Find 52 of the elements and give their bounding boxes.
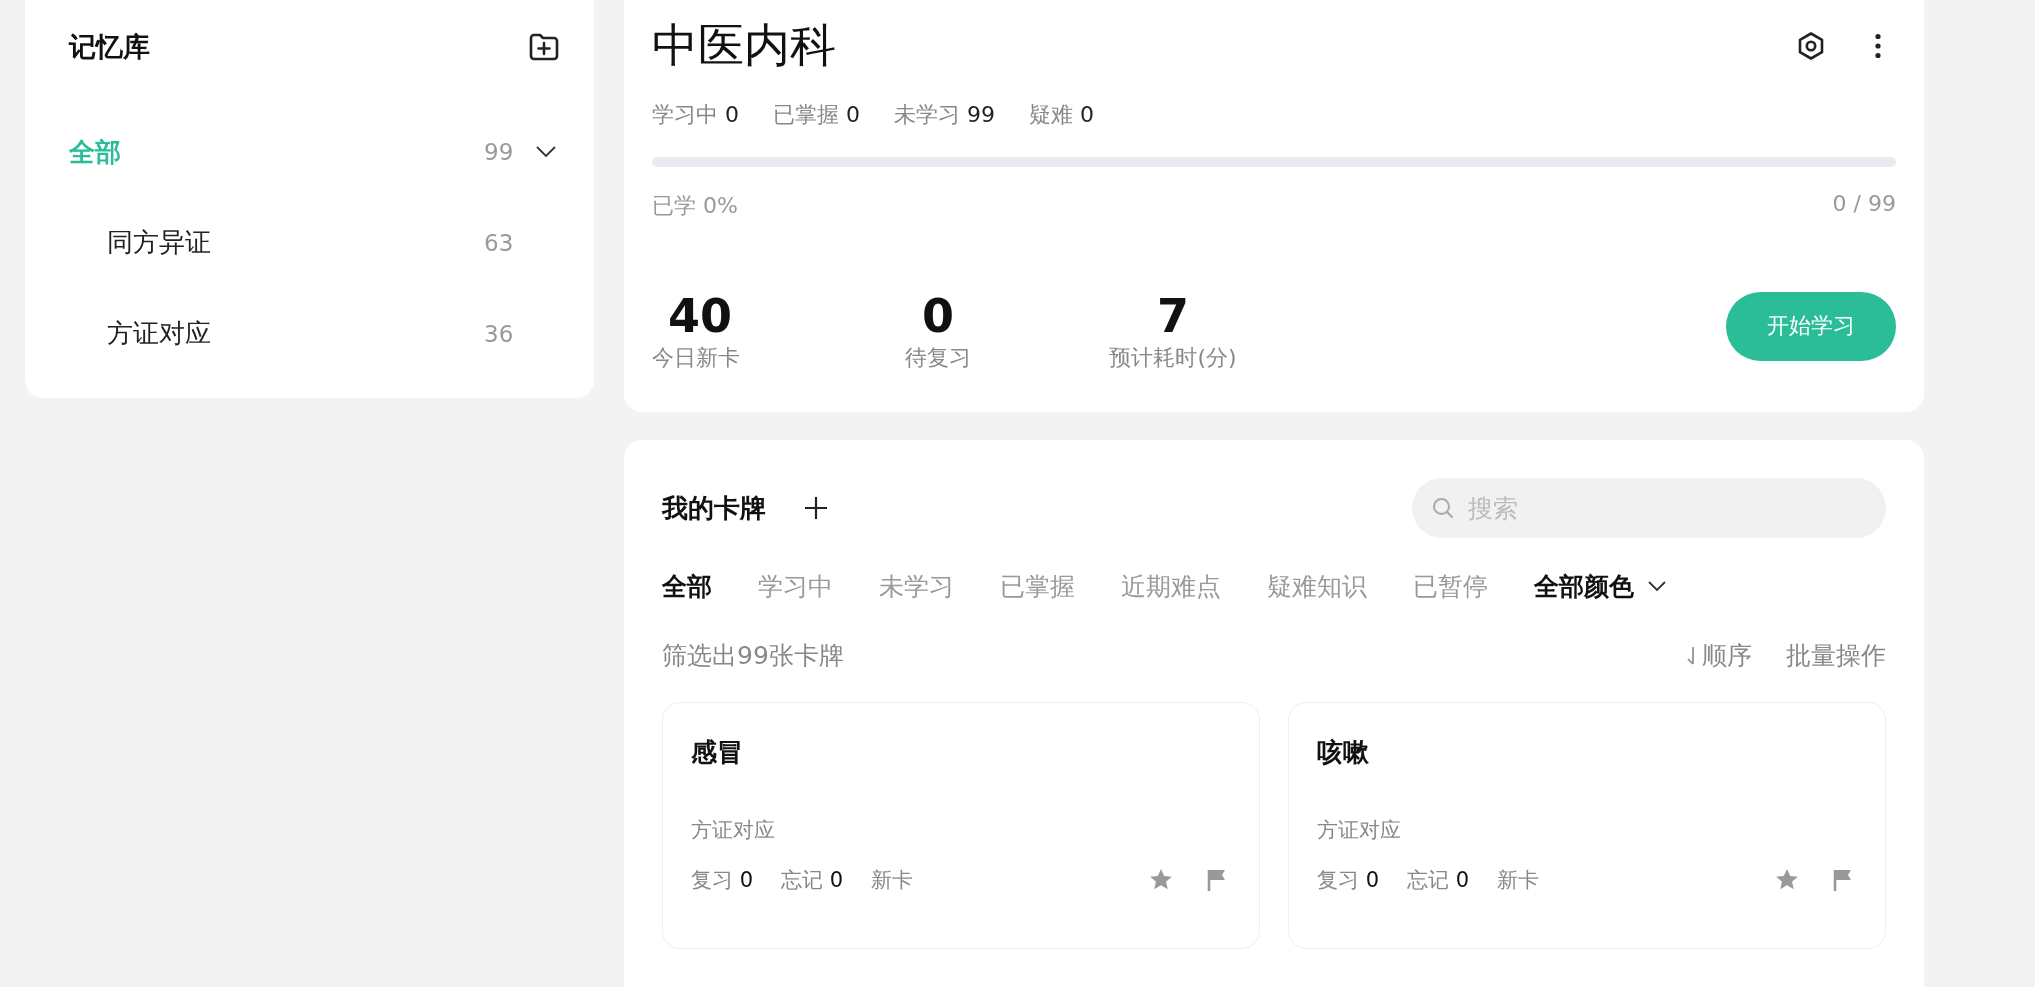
review-count: 复习 0 <box>691 866 754 894</box>
stat-text: 未学习 99 <box>894 101 995 129</box>
card-category: 方证对应 <box>691 817 776 844</box>
filter-tab[interactable]: 近期难点 <box>1121 570 1221 603</box>
result-count: 筛选出99张卡牌 <box>662 640 844 672</box>
filter-tab[interactable]: 已暂停 <box>1413 570 1488 603</box>
summary-label: 待复习 <box>905 344 971 372</box>
folder-add-icon[interactable] <box>528 32 560 62</box>
card-category: 方证对应 <box>1317 817 1402 844</box>
flag-icon[interactable] <box>1833 868 1853 891</box>
batch-button[interactable]: 批量操作 <box>1786 639 1886 672</box>
forget-count: 忘记 0 <box>1407 866 1470 894</box>
summary-value: 7 <box>1157 289 1189 343</box>
filter-tab[interactable]: 已掌握 <box>1000 570 1075 603</box>
stat-text: 学习中 0 <box>652 101 739 129</box>
tree-item[interactable]: 全部 99 <box>69 107 564 197</box>
add-icon[interactable] <box>804 496 828 520</box>
start-button[interactable]: 开始学习 <box>1726 291 1896 361</box>
panel-title: 我的卡牌 <box>662 491 766 525</box>
filter-tab[interactable]: 未学习 <box>879 570 954 603</box>
more-options-icon[interactable] <box>1874 33 1882 59</box>
filter-tab[interactable]: 全部 <box>662 570 712 603</box>
star-icon[interactable] <box>1149 868 1173 891</box>
flashcard[interactable]: 咳嗽 方证对应 复习 0 忘记 0 新卡 <box>1288 702 1886 949</box>
card-status: 新卡 <box>871 866 914 894</box>
review-count: 复习 0 <box>1317 866 1380 894</box>
forget-count: 忘记 0 <box>781 866 844 894</box>
progress-label: 已学 0% <box>652 192 738 220</box>
summary-label: 预计耗时(分) <box>1109 344 1237 372</box>
summary-label: 今日新卡 <box>652 344 740 372</box>
filter-tab[interactable]: 疑难知识 <box>1267 570 1367 603</box>
settings-icon[interactable] <box>1796 31 1826 61</box>
summary-value: 40 <box>667 289 732 343</box>
star-icon[interactable] <box>1775 868 1799 891</box>
chevron-down-icon <box>1648 581 1666 592</box>
stat-text: 疑难 0 <box>1029 101 1094 129</box>
tree-item[interactable]: 方证对应 36 <box>69 288 564 379</box>
card-status: 新卡 <box>1497 866 1540 894</box>
sidebar-title: 记忆库 <box>69 30 150 64</box>
summary-value: 0 <box>922 289 954 343</box>
stat-text: 已掌握 0 <box>773 101 860 129</box>
filter-tab[interactable]: 学习中 <box>758 570 833 603</box>
color-filter-dropdown[interactable]: 全部颜色 <box>1534 570 1666 603</box>
chevron-down-icon[interactable] <box>536 146 556 158</box>
deck-title: 中医内科 <box>652 17 836 74</box>
tree-item[interactable]: 同方异证 63 <box>69 197 564 288</box>
card-title: 感冒 <box>691 736 744 769</box>
sort-button[interactable]: 顺序 <box>1686 639 1752 672</box>
flag-icon[interactable] <box>1207 868 1227 891</box>
progress-count: 0 / 99 <box>1832 191 1896 218</box>
card-title: 咳嗽 <box>1317 736 1370 769</box>
flashcard[interactable]: 感冒 方证对应 复习 0 忘记 0 新卡 <box>662 702 1260 949</box>
